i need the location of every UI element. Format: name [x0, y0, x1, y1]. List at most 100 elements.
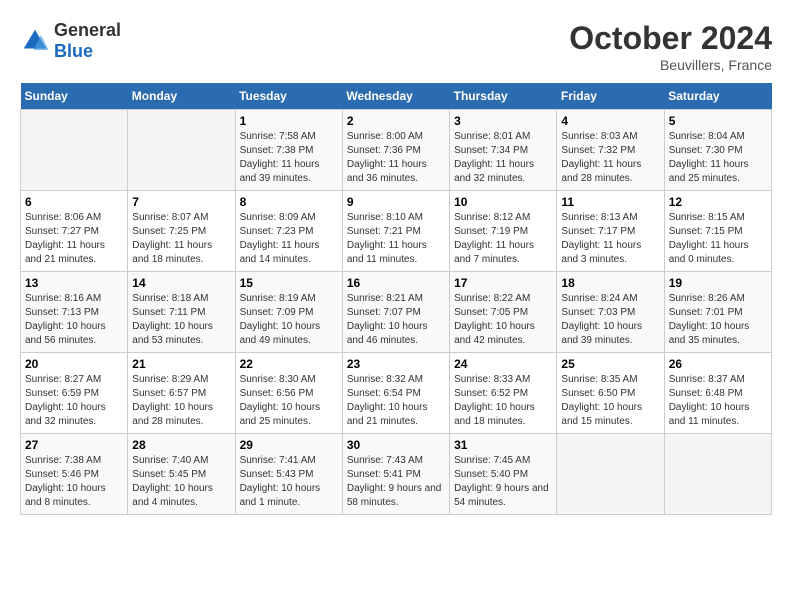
day-info: Sunrise: 8:03 AMSunset: 7:32 PMDaylight:…: [561, 130, 659, 186]
col-header-tuesday: Tuesday: [235, 83, 342, 110]
calendar-cell: 20Sunrise: 8:27 AMSunset: 6:59 PMDayligh…: [21, 353, 128, 434]
day-info: Sunrise: 8:16 AMSunset: 7:13 PMDaylight:…: [25, 292, 123, 348]
calendar-cell: 10 Sunrise: 8:12 AMSunset: 7:19 PMDayligh…: [450, 191, 557, 272]
calendar-cell: 18Sunrise: 8:24 AMSunset: 7:03 PMDayligh…: [557, 272, 664, 353]
day-info: Sunrise: 8:37 AMSunset: 6:48 PMDaylight:…: [669, 373, 767, 429]
page-header: General Blue October 2024 Beuvillers, Fr…: [20, 20, 772, 73]
day-number: 10: [454, 195, 552, 209]
calendar-header-row: SundayMondayTuesdayWednesdayThursdayFrid…: [21, 83, 772, 110]
day-number: 29: [240, 438, 338, 452]
day-info: Sunrise: 8:10 AMSunset: 7:21 PMDaylight:…: [347, 211, 445, 267]
day-info: Sunrise: 7:58 AMSunset: 7:38 PMDaylight:…: [240, 130, 338, 186]
calendar-cell: 11 Sunrise: 8:13 AMSunset: 7:17 PMDayligh…: [557, 191, 664, 272]
calendar-cell: [128, 110, 235, 191]
logo-blue-text: Blue: [54, 41, 121, 62]
day-number: 1: [240, 114, 338, 128]
day-number: 15: [240, 276, 338, 290]
day-info: Sunrise: 8:30 AMSunset: 6:56 PMDaylight:…: [240, 373, 338, 429]
calendar-cell: 9 Sunrise: 8:10 AMSunset: 7:21 PMDaylight…: [342, 191, 449, 272]
day-number: 18: [561, 276, 659, 290]
day-number: 6: [25, 195, 123, 209]
calendar-week-row: 27 Sunrise: 7:38 AMSunset: 5:46 PMDayligh…: [21, 434, 772, 515]
calendar-cell: 19 Sunrise: 8:26 AMSunset: 7:01 PMDayligh…: [664, 272, 771, 353]
day-info: Sunrise: 8:33 AMSunset: 6:52 PMDaylight:…: [454, 373, 552, 429]
calendar-cell: 31 Sunrise: 7:45 AMSunset: 5:40 PMDayligh…: [450, 434, 557, 515]
col-header-monday: Monday: [128, 83, 235, 110]
col-header-saturday: Saturday: [664, 83, 771, 110]
col-header-wednesday: Wednesday: [342, 83, 449, 110]
day-info: Sunrise: 8:12 AMSunset: 7:19 PMDaylight:…: [454, 211, 552, 267]
title-block: October 2024 Beuvillers, France: [569, 20, 772, 73]
calendar-cell: 3Sunrise: 8:01 AMSunset: 7:34 PMDaylight…: [450, 110, 557, 191]
calendar-cell: 22Sunrise: 8:30 AMSunset: 6:56 PMDayligh…: [235, 353, 342, 434]
location-subtitle: Beuvillers, France: [569, 57, 772, 73]
day-number: 11: [561, 195, 659, 209]
day-info: Sunrise: 8:18 AMSunset: 7:11 PMDaylight:…: [132, 292, 230, 348]
calendar-cell: [664, 434, 771, 515]
calendar-cell: 17 Sunrise: 8:22 AMSunset: 7:05 PMDayligh…: [450, 272, 557, 353]
calendar-week-row: 13 Sunrise: 8:16 AMSunset: 7:13 PMDayligh…: [21, 272, 772, 353]
logo-icon: [20, 26, 50, 56]
day-info: Sunrise: 8:26 AMSunset: 7:01 PMDaylight:…: [669, 292, 767, 348]
calendar-cell: 1 Sunrise: 7:58 AMSunset: 7:38 PMDaylight…: [235, 110, 342, 191]
day-number: 25: [561, 357, 659, 371]
calendar-cell: 26 Sunrise: 8:37 AMSunset: 6:48 PMDayligh…: [664, 353, 771, 434]
day-info: Sunrise: 8:19 AMSunset: 7:09 PMDaylight:…: [240, 292, 338, 348]
col-header-friday: Friday: [557, 83, 664, 110]
calendar-week-row: 20Sunrise: 8:27 AMSunset: 6:59 PMDayligh…: [21, 353, 772, 434]
day-number: 7: [132, 195, 230, 209]
day-number: 12: [669, 195, 767, 209]
day-number: 23: [347, 357, 445, 371]
day-number: 13: [25, 276, 123, 290]
logo-text: General Blue: [54, 20, 121, 62]
day-info: Sunrise: 7:45 AMSunset: 5:40 PMDaylight:…: [454, 454, 552, 510]
day-info: Sunrise: 8:00 AMSunset: 7:36 PMDaylight:…: [347, 130, 445, 186]
calendar-cell: 13 Sunrise: 8:16 AMSunset: 7:13 PMDayligh…: [21, 272, 128, 353]
calendar-cell: 4 Sunrise: 8:03 AMSunset: 7:32 PMDaylight…: [557, 110, 664, 191]
calendar-cell: 15 Sunrise: 8:19 AMSunset: 7:09 PMDayligh…: [235, 272, 342, 353]
day-info: Sunrise: 8:06 AMSunset: 7:27 PMDaylight:…: [25, 211, 123, 267]
day-number: 30: [347, 438, 445, 452]
calendar-cell: 29Sunrise: 7:41 AMSunset: 5:43 PMDayligh…: [235, 434, 342, 515]
day-number: 4: [561, 114, 659, 128]
day-number: 21: [132, 357, 230, 371]
day-number: 27: [25, 438, 123, 452]
day-info: Sunrise: 8:09 AMSunset: 7:23 PMDaylight:…: [240, 211, 338, 267]
day-number: 5: [669, 114, 767, 128]
day-info: Sunrise: 8:22 AMSunset: 7:05 PMDaylight:…: [454, 292, 552, 348]
day-info: Sunrise: 8:21 AMSunset: 7:07 PMDaylight:…: [347, 292, 445, 348]
day-number: 17: [454, 276, 552, 290]
calendar-cell: 27 Sunrise: 7:38 AMSunset: 5:46 PMDayligh…: [21, 434, 128, 515]
day-number: 16: [347, 276, 445, 290]
calendar-cell: 30 Sunrise: 7:43 AMSunset: 5:41 PMDayligh…: [342, 434, 449, 515]
day-info: Sunrise: 7:43 AMSunset: 5:41 PMDaylight:…: [347, 454, 445, 510]
day-info: Sunrise: 8:13 AMSunset: 7:17 PMDaylight:…: [561, 211, 659, 267]
day-info: Sunrise: 8:35 AMSunset: 6:50 PMDaylight:…: [561, 373, 659, 429]
calendar-cell: 23 Sunrise: 8:32 AMSunset: 6:54 PMDayligh…: [342, 353, 449, 434]
day-info: Sunrise: 7:38 AMSunset: 5:46 PMDaylight:…: [25, 454, 123, 510]
day-number: 20: [25, 357, 123, 371]
calendar-table: SundayMondayTuesdayWednesdayThursdayFrid…: [20, 83, 772, 515]
day-number: 26: [669, 357, 767, 371]
day-info: Sunrise: 8:07 AMSunset: 7:25 PMDaylight:…: [132, 211, 230, 267]
month-year-title: October 2024: [569, 20, 772, 57]
logo: General Blue: [20, 20, 121, 62]
day-number: 3: [454, 114, 552, 128]
day-number: 9: [347, 195, 445, 209]
day-number: 2: [347, 114, 445, 128]
calendar-cell: [557, 434, 664, 515]
calendar-cell: 12Sunrise: 8:15 AMSunset: 7:15 PMDayligh…: [664, 191, 771, 272]
day-number: 24: [454, 357, 552, 371]
day-info: Sunrise: 8:04 AMSunset: 7:30 PMDaylight:…: [669, 130, 767, 186]
day-number: 8: [240, 195, 338, 209]
calendar-cell: 24 Sunrise: 8:33 AMSunset: 6:52 PMDayligh…: [450, 353, 557, 434]
logo-general-text: General: [54, 20, 121, 41]
calendar-cell: 8 Sunrise: 8:09 AMSunset: 7:23 PMDaylight…: [235, 191, 342, 272]
day-number: 19: [669, 276, 767, 290]
day-number: 31: [454, 438, 552, 452]
day-info: Sunrise: 8:29 AMSunset: 6:57 PMDaylight:…: [132, 373, 230, 429]
day-number: 28: [132, 438, 230, 452]
calendar-cell: 16 Sunrise: 8:21 AMSunset: 7:07 PMDayligh…: [342, 272, 449, 353]
day-info: Sunrise: 8:32 AMSunset: 6:54 PMDaylight:…: [347, 373, 445, 429]
day-number: 14: [132, 276, 230, 290]
